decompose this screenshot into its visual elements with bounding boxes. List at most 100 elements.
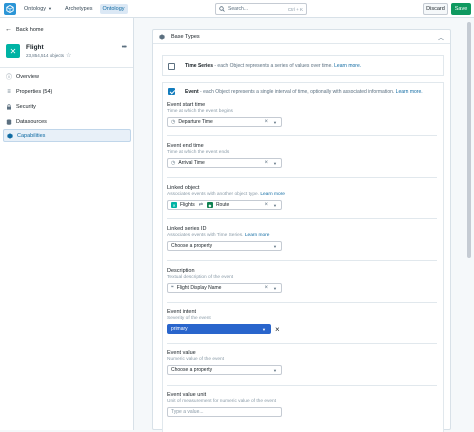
select-value: Choose a property bbox=[171, 243, 213, 249]
event-intent-select[interactable]: primary ▼ bbox=[167, 324, 271, 334]
linked-series-select[interactable]: Choose a property ▼ bbox=[167, 241, 282, 251]
timeseries-learn-more-link[interactable]: Learn more. bbox=[334, 63, 361, 69]
search-placeholder: Search... bbox=[228, 6, 249, 12]
field-divider bbox=[167, 177, 437, 178]
field-desc: Time at which the event begins bbox=[167, 109, 233, 114]
select-value: Arrival Time bbox=[178, 160, 205, 166]
star-icon[interactable]: ☆ bbox=[66, 52, 71, 59]
field-label: Event end time bbox=[167, 143, 204, 149]
clock-icon: ◷ bbox=[171, 119, 176, 125]
base-types-panel: Base Types ︿ Time Series - each Object r… bbox=[152, 29, 451, 432]
select-value: primary bbox=[171, 326, 188, 332]
event-start-select[interactable]: ◷ Departure Time × ▼ bbox=[167, 117, 282, 127]
select-value: Departure Time bbox=[178, 119, 213, 125]
lock-icon bbox=[6, 103, 12, 110]
field-label: Event start time bbox=[167, 102, 206, 108]
field-desc: Associates events with Time Series. bbox=[167, 233, 244, 238]
linked-series-field: Linked series ID Associates events with … bbox=[167, 226, 437, 251]
sidebar-item-capabilities[interactable]: Capabilities bbox=[3, 129, 131, 142]
linked-object-select[interactable]: ✕ Flights ⇄ ◆ Route × ▼ bbox=[167, 200, 282, 210]
field-divider bbox=[167, 135, 437, 136]
properties-icon: ≡ bbox=[7, 88, 11, 95]
route-object-icon: ◆ bbox=[206, 202, 213, 208]
field-label: Event intent bbox=[167, 309, 197, 315]
clear-icon[interactable]: × bbox=[264, 202, 268, 208]
caret-down-icon: ▼ bbox=[273, 202, 277, 208]
field-label: Event value unit bbox=[167, 392, 207, 398]
object-name: Flight bbox=[26, 43, 44, 51]
section-header[interactable]: Base Types ︿ bbox=[153, 30, 450, 44]
search-icon bbox=[219, 6, 225, 12]
sidebar-item-label: Properties (54) bbox=[16, 88, 53, 95]
back-home-link[interactable]: ← Back home bbox=[5, 26, 44, 33]
timeseries-text: Time Series - each Object represents a s… bbox=[185, 63, 361, 69]
linked-to: Route bbox=[215, 202, 230, 208]
event-learn-more-link[interactable]: Learn more. bbox=[396, 89, 423, 95]
clear-icon[interactable]: × bbox=[264, 119, 268, 125]
event-end-select[interactable]: ◷ Arrival Time × ▼ bbox=[167, 158, 282, 168]
flight-object-icon: ✕ bbox=[6, 44, 20, 58]
event-value-select[interactable]: Choose a property ▼ bbox=[167, 365, 282, 375]
caret-down-icon: ▼ bbox=[262, 326, 266, 332]
input-placeholder: Type a value... bbox=[171, 409, 204, 415]
field-divider bbox=[167, 385, 437, 386]
clear-intent-icon[interactable]: × bbox=[275, 325, 280, 334]
scrollbar-thumb[interactable] bbox=[467, 22, 471, 258]
field-label: Description bbox=[167, 268, 195, 274]
field-desc-row: Associates events with another object ty… bbox=[167, 192, 437, 197]
app-logo-icon[interactable] bbox=[4, 2, 16, 15]
description-field: Description Textual description of the e… bbox=[167, 268, 437, 293]
cube-icon bbox=[7, 132, 13, 139]
field-desc: Associates events with another object ty… bbox=[167, 192, 259, 197]
tab-archetypes[interactable]: Archetypes bbox=[62, 4, 96, 14]
save-button[interactable]: Save bbox=[451, 3, 471, 15]
database-icon bbox=[6, 118, 12, 125]
object-header: ✕ Flight 23,854,514 objects ☆ ••• bbox=[4, 40, 130, 62]
sidebar-item-overview[interactable]: ⓘ Overview bbox=[3, 70, 131, 83]
series-learn-more-link[interactable]: Learn more bbox=[245, 233, 270, 238]
field-divider bbox=[167, 343, 437, 344]
sidebar: ← Back home ✕ Flight 23,854,514 objects … bbox=[0, 18, 134, 430]
object-count: 23,854,514 objects bbox=[26, 52, 65, 58]
field-desc: Time at which the event ends bbox=[167, 150, 230, 155]
caret-down-icon: ▼ bbox=[273, 160, 277, 166]
sidebar-item-properties[interactable]: ≡ Properties (54) bbox=[3, 85, 131, 98]
linked-object-field: Linked object Associates events with ano… bbox=[167, 185, 437, 210]
app-switcher[interactable]: Ontology ▼ bbox=[24, 6, 52, 12]
event-unit-input[interactable]: Type a value... bbox=[167, 407, 282, 417]
sidebar-item-label: Security bbox=[16, 103, 36, 110]
select-value: Flight Display Name bbox=[176, 285, 222, 291]
timeseries-checkbox[interactable] bbox=[168, 63, 175, 70]
field-desc: Textual description of the event bbox=[167, 275, 234, 280]
event-desc: - each Object represents a single interv… bbox=[198, 89, 395, 95]
chevron-up-icon[interactable]: ︿ bbox=[438, 33, 444, 42]
sidebar-item-datasources[interactable]: Datasources bbox=[3, 115, 131, 128]
field-divider bbox=[167, 302, 437, 303]
clock-icon: ◷ bbox=[171, 160, 176, 166]
sidebar-divider bbox=[0, 67, 133, 68]
event-checkbox[interactable] bbox=[168, 88, 175, 95]
field-desc-row: Associates events with Time Series. Lear… bbox=[167, 233, 437, 238]
search-input[interactable]: Search... Ctrl + K bbox=[215, 3, 307, 15]
clear-icon[interactable]: × bbox=[264, 160, 268, 166]
more-options-icon[interactable]: ••• bbox=[122, 44, 127, 51]
caret-down-icon: ▼ bbox=[48, 6, 52, 11]
field-divider bbox=[167, 260, 437, 261]
cube-icon bbox=[159, 33, 165, 40]
app-switcher-label: Ontology bbox=[24, 5, 47, 12]
event-unit-field: Event value unit Unit of measurement for… bbox=[167, 392, 437, 417]
tab-ontology[interactable]: Ontology bbox=[99, 3, 128, 14]
section-title: Base Types bbox=[171, 33, 200, 40]
clear-icon[interactable]: × bbox=[264, 285, 268, 291]
linked-from: Flights bbox=[180, 202, 195, 208]
description-select[interactable]: ❝ Flight Display Name × ▼ bbox=[167, 283, 282, 293]
timeseries-desc: - each Object represents a series of val… bbox=[212, 63, 333, 69]
search-shortcut: Ctrl + K bbox=[287, 6, 303, 12]
select-value: Choose a property bbox=[171, 367, 213, 373]
linked-learn-more-link[interactable]: Learn more bbox=[260, 192, 285, 197]
sidebar-item-security[interactable]: Security bbox=[3, 100, 131, 113]
event-end-field: Event end time Time at which the event e… bbox=[167, 143, 437, 168]
event-intent-field: Event intent Severity of the event prima… bbox=[167, 309, 437, 334]
quote-icon: ❝ bbox=[171, 285, 174, 291]
discard-button[interactable]: Discard bbox=[423, 3, 448, 15]
